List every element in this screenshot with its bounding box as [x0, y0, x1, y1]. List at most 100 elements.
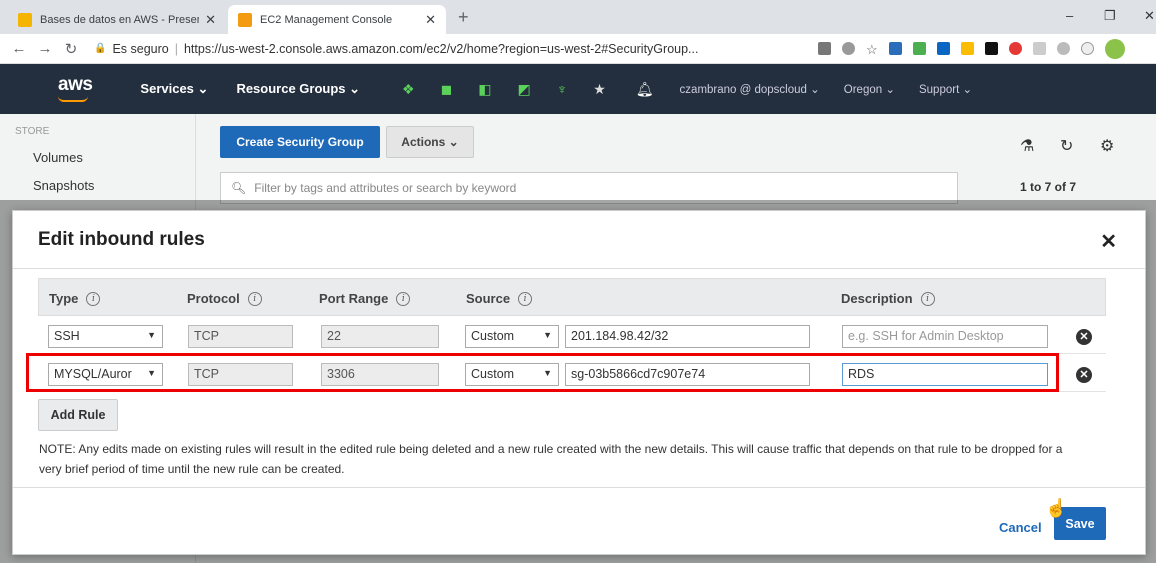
region-menu[interactable]: Oregon ⌄ [844, 82, 895, 96]
port-range-field: 22 [321, 325, 439, 348]
bell-icon[interactable]: 🔔︎ [636, 81, 654, 98]
pin-icon[interactable]: ★ [593, 81, 606, 98]
new-tab-button[interactable]: + [458, 7, 469, 28]
extension-drive-icon[interactable] [912, 42, 926, 55]
column-header-type: Type i [49, 291, 101, 306]
actions-button[interactable]: Actions ⌄ [386, 126, 474, 158]
nav-item-volumes[interactable]: Volumes [33, 150, 83, 165]
refresh-icon[interactable]: ↻ [1060, 136, 1073, 156]
filter-placeholder: Filter by tags and attributes or search … [254, 181, 517, 195]
rules-table-header: Type i Protocol i Port Range i Source i Desc… [38, 278, 1106, 316]
protocol-field: TCP [188, 325, 293, 348]
pinned-service-icon[interactable]: ◧ [478, 81, 491, 98]
modal-title: Edit inbound rules [38, 229, 205, 250]
add-rule-button[interactable]: Add Rule [38, 399, 118, 431]
window-close-icon[interactable]: ✕ [1144, 8, 1155, 24]
rule-row: MYSQL/Auror ▼ TCP 3306 Custom ▼ sg-03b5866… [38, 356, 1106, 392]
support-menu[interactable]: Support ⌄ [919, 82, 972, 96]
cancel-button[interactable]: Cancel [999, 520, 1042, 535]
edit-inbound-rules-modal: Edit inbound rules ✕ Type i Protocol i Por… [12, 210, 1146, 555]
remove-rule-icon[interactable]: ✕ [1076, 329, 1092, 345]
aws-logo[interactable]: aws [58, 74, 93, 102]
url-field[interactable]: 🔒 Es seguro | https://us-west-2.console.… [94, 42, 804, 56]
column-header-description: Description i [841, 291, 935, 306]
pinned-service-icon[interactable]: ♆ [557, 81, 568, 98]
close-tab-icon[interactable]: ✕ [205, 12, 216, 28]
create-security-group-button[interactable]: Create Security Group [220, 126, 380, 158]
protocol-field: TCP [188, 363, 293, 386]
browser-tab-bar: Bases de datos en AWS - Presen ✕ EC2 Man… [0, 0, 1156, 34]
column-header-protocol: Protocol i [187, 291, 262, 306]
pager-text: 1 to 7 of 7 [1020, 180, 1077, 194]
browser-tab-presentation[interactable]: Bases de datos en AWS - Presen ✕ [8, 5, 226, 34]
info-icon[interactable]: i [518, 291, 533, 306]
back-icon[interactable]: ← [6, 40, 32, 57]
column-header-port-range: Port Range i [319, 291, 411, 306]
extension-circle-icon[interactable] [1080, 42, 1094, 55]
lock-icon: 🔒 [94, 43, 107, 54]
column-header-source: Source i [466, 291, 533, 306]
hand-cursor-icon: ☝ [1045, 498, 1068, 518]
extension-icons: ☆ [818, 38, 1125, 59]
dropdown-caret-icon: ▼ [543, 368, 552, 378]
resource-groups-menu[interactable]: Resource Groups ⌄ [236, 81, 360, 97]
extension-grey-icon[interactable] [1032, 42, 1046, 55]
secure-label: Es seguro [112, 41, 169, 56]
pinned-service-icon[interactable]: ◩ [517, 81, 530, 98]
nav-section-store: STORE [15, 126, 50, 137]
url-separator: | [174, 41, 178, 56]
zoom-icon[interactable] [842, 42, 855, 55]
translate-icon[interactable] [818, 42, 831, 55]
flask-icon[interactable]: ⚗ [1020, 136, 1034, 156]
reload-icon[interactable]: ↻ [58, 40, 84, 58]
info-icon[interactable]: i [86, 291, 101, 306]
close-tab-icon[interactable]: ✕ [425, 12, 436, 28]
amazon-assistant-icon[interactable] [984, 42, 998, 55]
minimize-icon[interactable]: – [1066, 8, 1073, 23]
profile-avatar[interactable] [1104, 38, 1125, 59]
browser-tab-ec2[interactable]: EC2 Management Console ✕ [228, 5, 446, 34]
nav-item-snapshots[interactable]: Snapshots [33, 178, 94, 193]
bookmark-star-icon[interactable]: ☆ [866, 42, 878, 57]
dropdown-caret-icon: ▼ [543, 330, 552, 340]
extension-e-icon[interactable] [888, 42, 902, 55]
linkedin-icon[interactable] [936, 42, 950, 55]
pinned-services: ❖ ◼ ◧ ◩ ♆ ★ [402, 81, 606, 98]
source-input[interactable]: sg-03b5866cd7c907e74 [565, 363, 810, 386]
source-type-select[interactable]: Custom ▼ [465, 363, 559, 386]
description-input[interactable]: e.g. SSH for Admin Desktop [842, 325, 1048, 348]
info-icon[interactable]: i [920, 291, 935, 306]
opera-icon[interactable] [1008, 42, 1022, 55]
type-select[interactable]: SSH ▼ [48, 325, 163, 348]
services-menu[interactable]: Services ⌄ [140, 81, 208, 97]
address-bar-row: ← → ↻ 🔒 Es seguro | https://us-west-2.co… [0, 34, 1156, 64]
close-icon[interactable]: ✕ [1100, 229, 1117, 254]
source-input[interactable]: 201.184.98.42/32 [565, 325, 810, 348]
info-icon[interactable]: i [396, 291, 411, 306]
slides-favicon-icon [18, 12, 32, 27]
gear-icon[interactable]: ⚙ [1100, 136, 1114, 156]
extension-cloud-icon[interactable] [1056, 42, 1070, 55]
tab-label: Bases de datos en AWS - Presen [40, 13, 200, 26]
modal-footer: Cancel Save [13, 487, 1145, 556]
source-type-select[interactable]: Custom ▼ [465, 325, 559, 348]
tab-label: EC2 Management Console [260, 13, 393, 26]
forward-icon[interactable]: → [32, 40, 58, 57]
dropdown-caret-icon: ▼ [147, 330, 156, 340]
note-text: NOTE: Any edits made on existing rules w… [39, 442, 1063, 476]
info-icon[interactable]: i [247, 291, 262, 306]
description-input[interactable]: RDS [842, 363, 1048, 386]
restore-icon[interactable]: ❐ [1104, 8, 1116, 24]
url-text: https://us-west-2.console.aws.amazon.com… [183, 41, 699, 56]
port-range-field: 3306 [321, 363, 439, 386]
modal-header: Edit inbound rules ✕ [13, 211, 1145, 269]
aws-favicon-icon [238, 12, 252, 27]
pinned-service-icon[interactable]: ❖ [402, 81, 415, 98]
aws-top-nav: aws Services ⌄ Resource Groups ⌄ ❖ ◼ ◧ ◩… [0, 64, 1156, 114]
account-menu[interactable]: czambrano @ dopscloud ⌄ [680, 82, 820, 96]
rule-row: SSH ▼ TCP 22 Custom ▼ 201.184.98.42/32 e.g… [38, 318, 1106, 354]
type-select[interactable]: MYSQL/Auror ▼ [48, 363, 163, 386]
pinned-service-icon[interactable]: ◼ [441, 81, 453, 98]
google-drive-icon[interactable] [960, 42, 974, 55]
remove-rule-icon[interactable]: ✕ [1076, 367, 1092, 383]
